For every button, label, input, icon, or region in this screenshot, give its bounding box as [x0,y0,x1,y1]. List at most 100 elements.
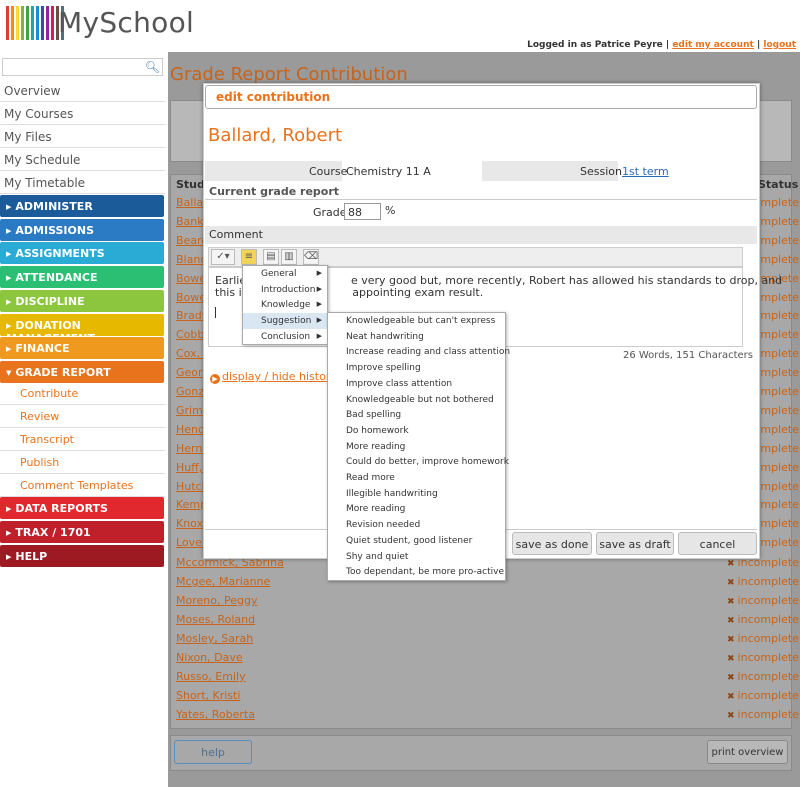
sidebar-section-help[interactable]: ▶ HELP [0,545,164,567]
sidebar-section-label: GRADE REPORT [15,365,111,379]
suggestion-item[interactable]: Revision needed [346,520,420,530]
edit-account-link[interactable]: edit my account [672,40,754,50]
sidebar-section-assignments[interactable]: ▶ ASSIGNMENTS [0,242,164,265]
logo-bar [31,6,34,40]
sidebar-section-discipline[interactable]: ▶ DISCIPLINE [0,289,164,312]
chevron-right-icon: ▶ [6,553,12,561]
table-row[interactable]: Russo, Emily [176,670,246,683]
logo-bars [6,6,64,40]
table-row[interactable]: Yates, Roberta [176,708,255,721]
sidebar-section-grade-report[interactable]: ▼ GRADE REPORT [0,360,164,383]
suggestion-item[interactable]: Illegible handwriting [346,489,438,499]
suggestion-item[interactable]: Knowledgeable but can't express [346,316,495,326]
menu-item-general[interactable]: General ▶ [243,266,327,282]
logout-link[interactable]: logout [763,40,796,50]
suggestion-item[interactable]: More reading [346,504,405,514]
sidebar-subitem-publish[interactable]: Publish [0,451,165,474]
suggestion-item[interactable]: Too dependant, be more pro-active [346,567,504,577]
paste-word-icon[interactable]: ▥ [281,249,297,265]
logo-bar [36,6,39,40]
menu-item-knowledge[interactable]: Knowledge ▶ [243,297,327,313]
menu-item-conclusion[interactable]: Conclusion ▶ [243,329,327,345]
logo-bar [16,6,19,40]
chevron-right-icon: ▶ [316,316,322,325]
sidebar-item-overview[interactable]: Overview [0,79,165,102]
suggestion-item[interactable]: Improve spelling [346,363,421,373]
comment-template-icon[interactable]: ≡ [241,249,257,265]
session-link[interactable]: 1st term [622,165,669,178]
menu-item-suggestion[interactable]: Suggestion ▶ [243,313,327,330]
spellcheck-icon[interactable]: ✓▾ [211,249,235,265]
table-row[interactable]: Mcgee, Marianne [176,575,270,588]
save-as-draft-button[interactable]: save as draft [596,532,674,555]
sidebar-item-my-schedule[interactable]: My Schedule [0,148,165,171]
chevron-right-icon: ▶ [6,529,12,537]
eraser-icon[interactable]: ⌫ [303,249,319,265]
status-badge: ✖incomplete [727,651,799,664]
suggestion-item[interactable]: Increase reading and class attention [346,347,510,357]
save-as-done-button[interactable]: save as done [512,532,592,555]
table-row[interactable]: Moses, Roland [176,613,255,626]
separator: | [665,40,670,50]
sidebar-section-attendance[interactable]: ▶ ATTENDANCE [0,266,164,289]
close-icon: ✖ [727,673,735,683]
sidebar-item-my-courses[interactable]: My Courses [0,102,165,125]
sidebar-subitem-contribute[interactable]: Contribute [0,382,165,405]
sidebar-section-trax-1701[interactable]: ▶ TRAX / 1701 [0,521,164,543]
sidebar-section-admissions[interactable]: ▶ ADMISSIONS [0,218,164,241]
sidebar-section-label: ASSIGNMENTS [15,247,105,261]
status-badge: ✖incomplete [727,708,799,721]
suggestion-item[interactable]: Quiet student, good listener [346,536,472,546]
suggestion-item[interactable]: Shy and quiet [346,552,408,562]
table-row[interactable]: Moreno, Peggy [176,594,257,607]
close-icon: ✖ [727,711,735,721]
table-row[interactable]: Love, [176,536,205,549]
sidebar-section-finance[interactable]: ▶ FINANCE [0,337,164,360]
logo-bar [11,6,14,40]
print-overview-button[interactable]: print overview [707,740,788,764]
suggestion-item[interactable]: Do homework [346,426,409,436]
close-icon: ✖ [727,616,735,626]
suggestion-item[interactable]: Could do better, improve homework [346,457,509,467]
suggestion-item[interactable]: Read more [346,473,395,483]
cancel-button[interactable]: cancel [678,532,757,555]
menu-item-introduction[interactable]: Introduction ▶ [243,282,327,298]
app-logo-text: MySchool [58,6,195,39]
table-row[interactable]: Blanc [176,253,206,266]
sidebar-section-label: HELP [15,550,48,563]
table-row[interactable]: Mosley, Sarah [176,632,253,645]
table-row[interactable]: Short, Kristi [176,689,240,702]
suggestion-item[interactable]: More reading [346,442,405,452]
table-row[interactable]: Knox, [176,517,207,530]
sidebar-section-label: ADMINISTER [15,200,93,213]
course-value: Chemistry 11 A [346,165,431,178]
course-label: Course [309,165,348,178]
table-row[interactable]: Bowe [176,291,206,304]
suggestion-item[interactable]: Improve class attention [346,379,452,389]
sidebar-subitem-comment-templates[interactable]: Comment Templates [0,474,165,497]
sidebar-section-label: ATTENDANCE [15,271,98,285]
suggestion-item[interactable]: Knowledgeable but not bothered [346,395,494,405]
dialog-title: edit contribution [216,90,331,104]
sidebar-item-my-timetable[interactable]: My Timetable [0,171,165,194]
search-input[interactable]: 🔍︎ [2,58,163,76]
help-button[interactable]: help [174,740,252,764]
table-row[interactable]: Bowe [176,272,206,285]
search-icon[interactable]: 🔍︎ [145,60,160,74]
sidebar-subitem-transcript[interactable]: Transcript [0,428,165,451]
chevron-right-icon: ▶ [6,297,12,306]
grade-input[interactable]: 88 [344,203,381,220]
sidebar-section-label: DATA REPORTS [15,502,108,515]
sidebar-subitem-review[interactable]: Review [0,405,165,428]
status-badge: ✖incomplete [727,594,799,607]
sidebar-section-data-reports[interactable]: ▶ DATA REPORTS [0,497,164,519]
suggestion-item[interactable]: Neat handwriting [346,332,424,342]
table-row[interactable]: Nixon, Dave [176,651,243,664]
sidebar-section-donation-management[interactable]: ▶DONATION MANAGEMENT [0,313,164,345]
sidebar-section-administer[interactable]: ▶ ADMINISTER [0,195,164,217]
sidebar-section-label: TRAX / 1701 [15,526,91,539]
suggestion-item[interactable]: Bad spelling [346,410,401,420]
history-toggle-link[interactable]: ▶ display / hide history [210,370,337,384]
sidebar-item-my-files[interactable]: My Files [0,125,165,148]
paste-icon[interactable]: ▤ [263,249,279,265]
